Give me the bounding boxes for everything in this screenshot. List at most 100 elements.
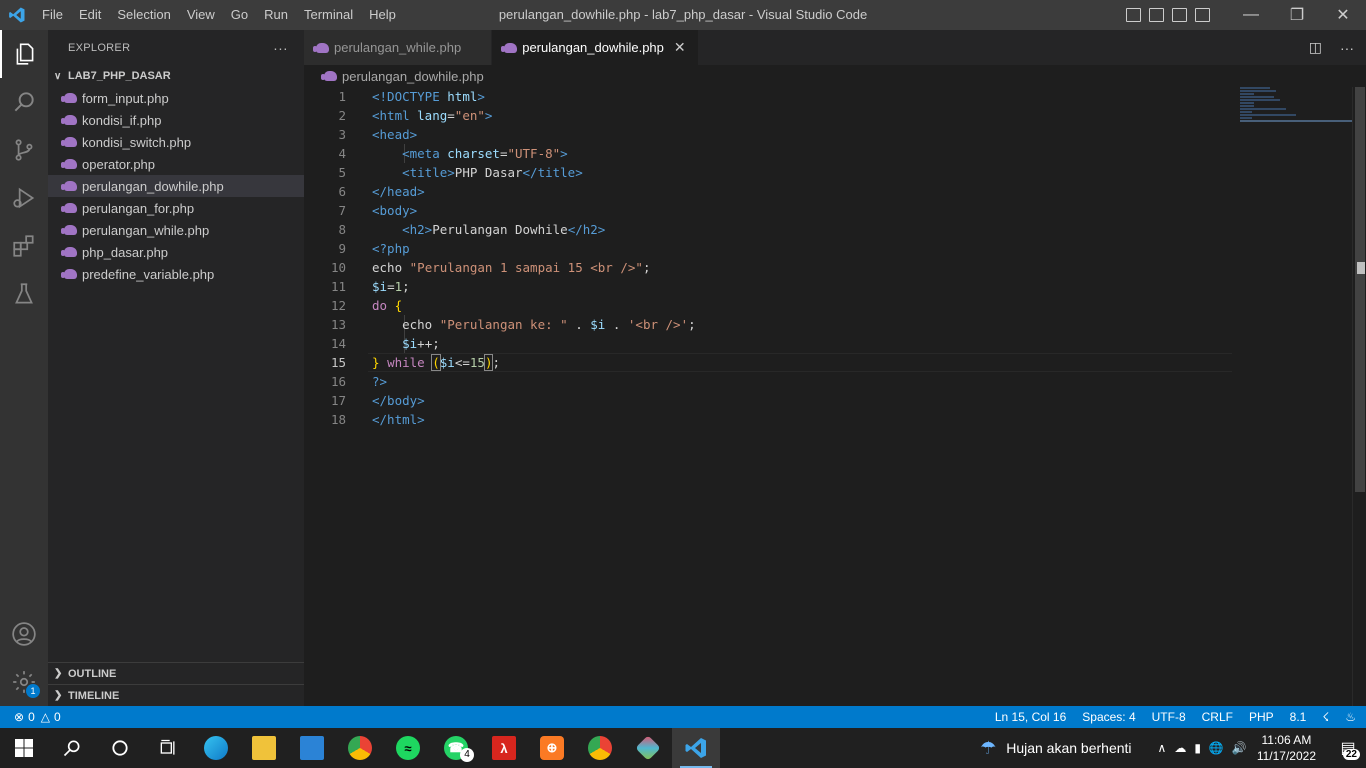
search-icon[interactable]	[48, 728, 96, 768]
edge-icon[interactable]	[192, 728, 240, 768]
menu-terminal[interactable]: Terminal	[296, 0, 361, 30]
file-item[interactable]: php_dasar.php	[48, 241, 304, 263]
line-number: 12	[330, 298, 346, 313]
microsoft-store-icon[interactable]	[288, 728, 336, 768]
clock-time: 11:06 AM	[1261, 733, 1312, 747]
file-item[interactable]: predefine_variable.php	[48, 263, 304, 285]
menu-selection[interactable]: Selection	[109, 0, 178, 30]
chevron-up-icon[interactable]: ∧	[1158, 741, 1167, 755]
battery-icon[interactable]: ▮	[1194, 741, 1201, 755]
menu-view[interactable]: View	[179, 0, 223, 30]
folder-lab7-php-dasar[interactable]: ∨ LAB7_PHP_DASAR	[48, 65, 304, 87]
cloud-icon[interactable]: ☁	[1174, 741, 1186, 755]
code-editor[interactable]: 1 <!DOCTYPE html> 2 <html lang="en"> 3 <hea…	[304, 87, 1352, 706]
menu-run[interactable]: Run	[256, 0, 296, 30]
git-kraken-icon[interactable]	[624, 728, 672, 768]
code-line: 12 do {	[304, 296, 1352, 315]
toggle-panel-icon[interactable]	[1149, 8, 1164, 22]
cursor-position[interactable]: Ln 15, Col 16	[995, 710, 1066, 724]
xampp-icon[interactable]: ⊕	[528, 728, 576, 768]
windows-start-icon[interactable]	[0, 728, 48, 768]
more-actions-icon[interactable]: ···	[1340, 40, 1354, 56]
timeline-section[interactable]: ❯ TIMELINE	[48, 684, 304, 706]
tab-perulangan-dowhile[interactable]: perulangan_dowhile.php ✕	[492, 30, 699, 65]
editor-scrollbar[interactable]	[1352, 87, 1366, 706]
action-center-icon[interactable]: ▤ 22	[1330, 728, 1366, 768]
code-text: echo "Perulangan ke: " . $i . '<br />';	[372, 317, 696, 332]
chrome-profile-icon[interactable]	[576, 728, 624, 768]
problems-indicator[interactable]: ⊗ 0 △ 0	[0, 710, 61, 724]
minimize-button[interactable]: —	[1228, 0, 1274, 30]
code-text: <?php	[372, 241, 410, 256]
php-version[interactable]: 8.1	[1290, 710, 1307, 724]
file-item[interactable]: kondisi_switch.php	[48, 131, 304, 153]
menu-bar: File Edit Selection View Go Run Terminal…	[34, 0, 404, 30]
clock[interactable]: 11:06 AM 11/17/2022	[1257, 732, 1316, 764]
menu-help[interactable]: Help	[361, 0, 404, 30]
explorer-icon[interactable]	[0, 30, 48, 78]
toggle-sidebar-icon[interactable]	[1126, 8, 1141, 22]
menu-go[interactable]: Go	[223, 0, 256, 30]
network-icon[interactable]: 🌐	[1209, 741, 1224, 755]
php-file-icon	[61, 137, 77, 147]
php-file-icon	[61, 203, 77, 213]
tab-label: perulangan_while.php	[334, 40, 462, 55]
indentation[interactable]: Spaces: 4	[1082, 710, 1135, 724]
whatsapp-icon[interactable]: ☎ 4	[432, 728, 480, 768]
file-item[interactable]: kondisi_if.php	[48, 109, 304, 131]
vscode-logo-icon	[0, 0, 34, 30]
testing-icon[interactable]	[0, 270, 48, 318]
notifications-bell-icon[interactable]: ♨	[1345, 710, 1356, 724]
tab-perulangan-while[interactable]: perulangan_while.php	[304, 30, 493, 65]
language-mode[interactable]: PHP	[1249, 710, 1274, 724]
file-item[interactable]: perulangan_while.php	[48, 219, 304, 241]
code-text: </html>	[372, 412, 425, 427]
feedback-icon[interactable]: ☇	[1322, 710, 1329, 724]
restore-button[interactable]: ❐	[1274, 0, 1320, 30]
code-line: 13 echo "Perulangan ke: " . $i . '<br />…	[304, 315, 1352, 334]
cortana-icon[interactable]	[96, 728, 144, 768]
explorer-title: EXPLORER	[68, 41, 131, 54]
code-line: 6 </head>	[304, 182, 1352, 201]
extensions-icon[interactable]	[0, 222, 48, 270]
code-text: <body>	[372, 203, 418, 218]
explorer-sidebar: EXPLORER ··· ∨ LAB7_PHP_DASAR form_input…	[48, 30, 304, 706]
code-text: $i++;	[402, 336, 440, 351]
manage-gear-icon[interactable]: 1	[0, 658, 48, 706]
end-of-line[interactable]: CRLF	[1202, 710, 1233, 724]
vscode-taskbar-icon[interactable]	[672, 728, 720, 768]
file-item[interactable]: operator.php	[48, 153, 304, 175]
search-icon[interactable]	[0, 78, 48, 126]
split-editor-icon[interactable]: ◫	[1309, 39, 1322, 56]
spotify-icon[interactable]: ≈	[384, 728, 432, 768]
run-debug-icon[interactable]	[0, 174, 48, 222]
chrome-icon[interactable]	[336, 728, 384, 768]
toggle-secondary-sidebar-icon[interactable]	[1172, 8, 1187, 22]
breadcrumb-file: perulangan_dowhile.php	[342, 68, 484, 84]
file-item[interactable]: form_input.php	[48, 87, 304, 109]
php-file-icon	[61, 269, 77, 279]
outline-section[interactable]: ❯ OUTLINE	[48, 662, 304, 684]
minimap[interactable]	[1240, 87, 1352, 127]
menu-edit[interactable]: Edit	[71, 0, 109, 30]
encoding[interactable]: UTF-8	[1152, 710, 1186, 724]
menu-file[interactable]: File	[34, 0, 71, 30]
volume-icon[interactable]: 🔊	[1232, 741, 1247, 755]
more-actions-icon[interactable]: ···	[273, 40, 288, 56]
source-control-icon[interactable]	[0, 126, 48, 174]
file-label: form_input.php	[82, 90, 169, 106]
close-tab-icon[interactable]: ✕	[674, 39, 686, 56]
acrobat-icon[interactable]: λ	[480, 728, 528, 768]
folder-label: LAB7_PHP_DASAR	[68, 70, 171, 82]
file-explorer-icon[interactable]	[240, 728, 288, 768]
breadcrumb[interactable]: perulangan_dowhile.php	[304, 65, 1366, 87]
close-window-button[interactable]: ✕	[1320, 0, 1366, 30]
customize-layout-icon[interactable]	[1195, 8, 1210, 22]
file-item[interactable]: perulangan_for.php	[48, 197, 304, 219]
task-view-icon[interactable]	[144, 728, 192, 768]
weather-widget[interactable]: ☂ Hujan akan berhenti	[980, 738, 1131, 759]
scrollbar-thumb[interactable]	[1355, 87, 1365, 492]
weather-text: Hujan akan berhenti	[1006, 740, 1132, 756]
file-item-selected[interactable]: perulangan_dowhile.php	[48, 175, 304, 197]
account-icon[interactable]	[0, 610, 48, 658]
